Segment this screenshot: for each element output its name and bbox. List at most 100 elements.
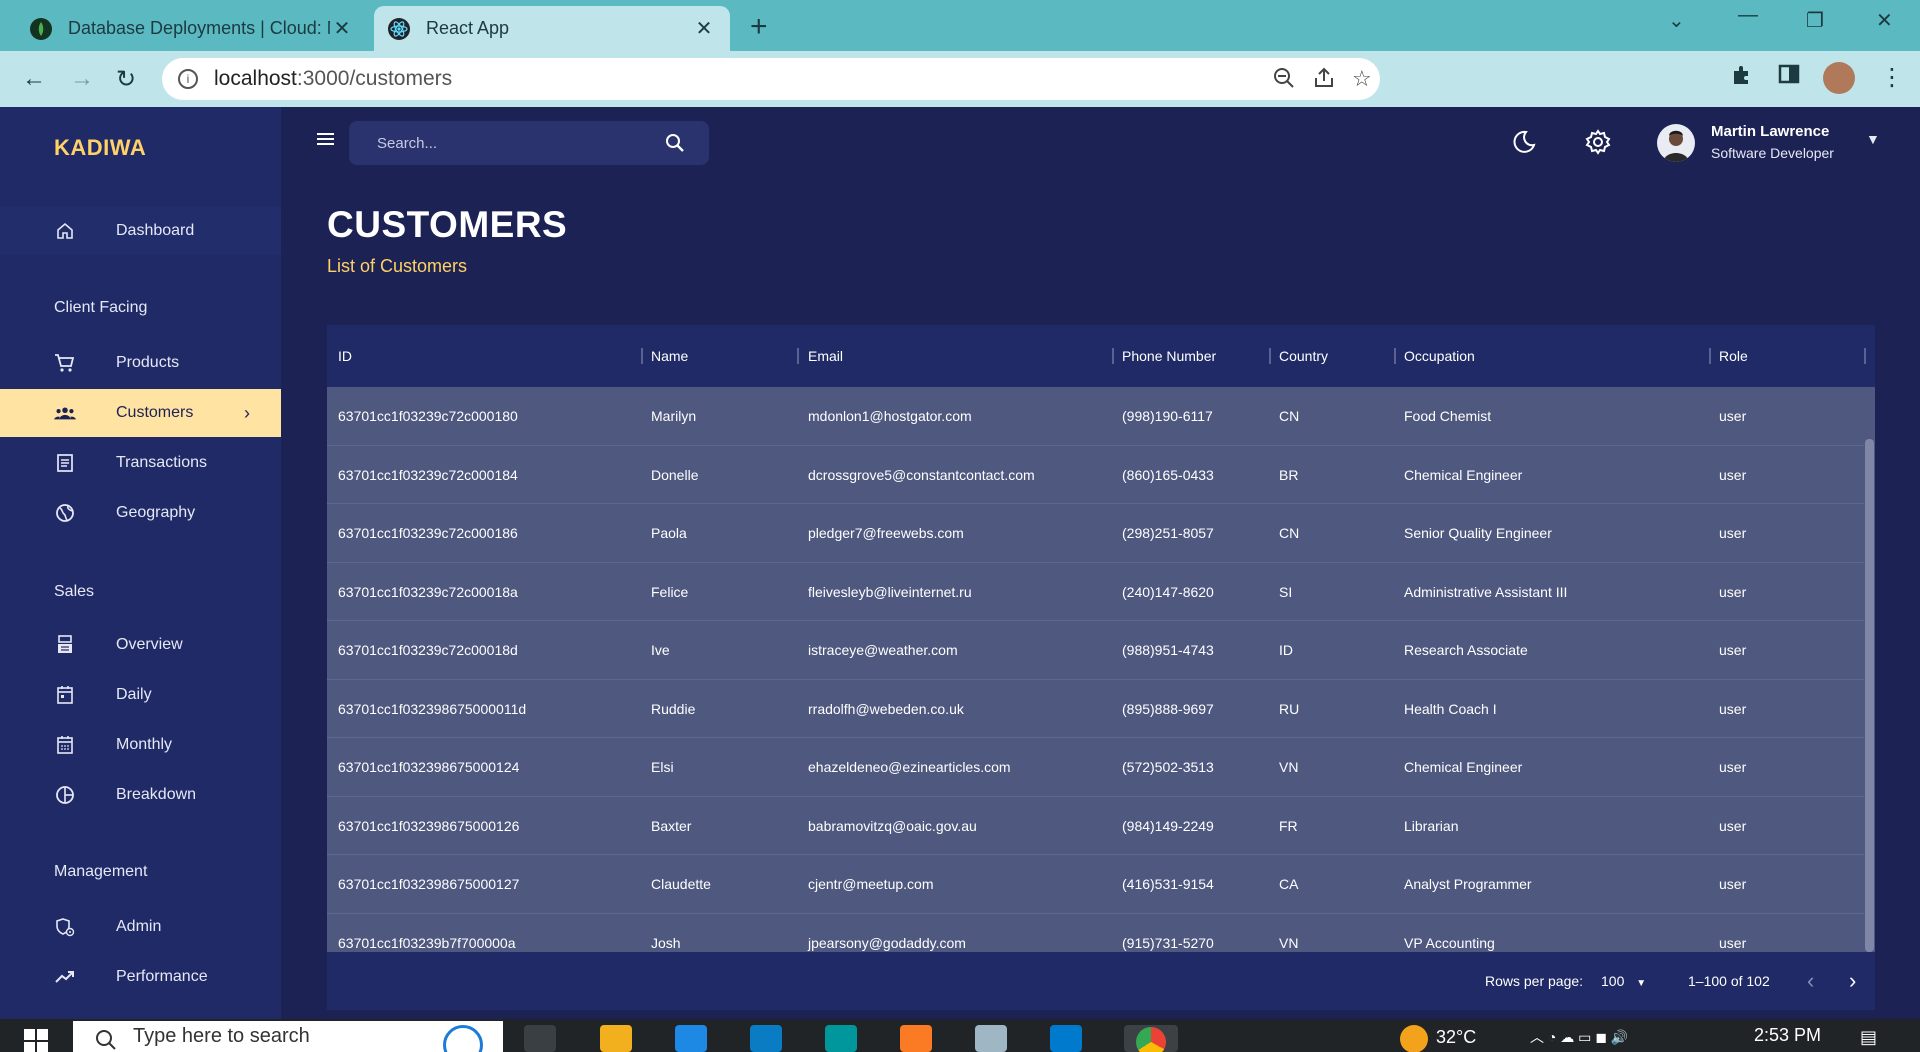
sidebar-item-breakdown[interactable]: Breakdown [0, 771, 281, 819]
close-icon[interactable]: ✕ [330, 16, 354, 41]
search-icon[interactable] [664, 132, 686, 154]
caret-down-icon[interactable]: ▼ [1866, 131, 1880, 147]
close-icon[interactable]: ✕ [692, 16, 716, 41]
table-row[interactable]: 63701cc1f03239c72c000180 Marilyn mdonlon… [327, 387, 1864, 446]
notification-icon[interactable]: ▤ [1860, 1027, 1877, 1048]
user-role: Software Developer [1711, 145, 1834, 161]
globe-icon [54, 502, 76, 524]
cell-email: pledger7@freewebs.com [808, 525, 964, 541]
hamburger-menu-icon[interactable] [316, 131, 336, 147]
table-row[interactable]: 63701cc1f032398675000126 Baxter babramov… [327, 797, 1864, 855]
browser-menu-icon[interactable]: ⋮ [1880, 63, 1904, 92]
sidebar-item-transactions[interactable]: Transactions [0, 439, 281, 487]
sidebar-item-label: Daily [116, 686, 152, 703]
column-header-email[interactable]: Email [808, 348, 843, 364]
sidebar-item-dashboard[interactable]: Dashboard [0, 207, 281, 255]
weather-sun-icon[interactable] [1400, 1025, 1428, 1052]
dark-mode-moon-icon[interactable] [1511, 129, 1537, 155]
new-tab-button[interactable]: + [750, 10, 768, 44]
browser-tab-database-deployments[interactable]: Database Deployments | Cloud: M ✕ [16, 6, 368, 51]
forward-arrow-icon[interactable]: → [70, 65, 94, 93]
sidebar-item-overview[interactable]: Overview [0, 621, 281, 669]
table-scrollbar[interactable] [1864, 387, 1875, 952]
window-close-button[interactable]: ✕ [1876, 8, 1893, 33]
cell-name: Ruddie [651, 700, 696, 717]
column-header-occupation[interactable]: Occupation [1404, 348, 1475, 364]
table-row[interactable]: 63701cc1f03239c72c00018a Felice fleivesl… [327, 563, 1864, 621]
next-page-chevron-icon[interactable]: › [1849, 968, 1856, 994]
minimize-button[interactable]: — [1738, 4, 1758, 27]
cell-country: ID [1279, 642, 1293, 658]
avatar[interactable] [1657, 124, 1695, 162]
cell-phone: (298)251-8057 [1122, 525, 1214, 541]
chrome-icon[interactable] [1124, 1025, 1178, 1052]
column-header-country[interactable]: Country [1279, 348, 1328, 364]
restore-button[interactable]: ❐ [1806, 8, 1824, 33]
back-arrow-icon[interactable]: ← [22, 65, 46, 93]
cell-email: babramovitzq@oaic.gov.au [808, 817, 977, 834]
search-input[interactable]: Search... [349, 121, 709, 165]
sidebar-item-customers[interactable]: Customers › [0, 389, 281, 437]
cell-role: user [1719, 408, 1747, 424]
bookmark-star-icon[interactable]: ☆ [1352, 66, 1372, 92]
table-row[interactable]: 63701cc1f032398675000124 Elsi ehazeldene… [327, 738, 1864, 797]
rows-per-page-select[interactable]: 100 ▼ [1601, 973, 1646, 989]
tab-search-chevron-icon[interactable]: ⌄ [1668, 8, 1685, 33]
settings-gear-icon[interactable] [1585, 129, 1611, 155]
cell-id: 63701cc1f03239c72c000180 [338, 408, 518, 424]
table-row[interactable]: 63701cc1f03239c72c000186 Paola pledger7@… [327, 504, 1864, 563]
system-tray-icons[interactable]: ︿ ◔ ☁ ▭ ◼ 🔊 [1530, 1027, 1628, 1047]
column-header-name[interactable]: Name [651, 348, 688, 364]
site-info-icon[interactable]: i [178, 69, 198, 89]
cell-role: user [1719, 466, 1747, 483]
page-title: CUSTOMERS [327, 204, 568, 245]
browser-profile-avatar[interactable] [1823, 62, 1855, 94]
sidebar-item-performance[interactable]: Performance [0, 953, 281, 1001]
arduino-icon[interactable] [825, 1025, 857, 1052]
sidebar-item-admin[interactable]: Admin [0, 903, 281, 951]
column-header-id[interactable]: ID [338, 348, 352, 364]
table-row[interactable]: 63701cc1f03239b7f700000a Josh jpearsony@… [327, 914, 1864, 953]
taskbar-search-input[interactable]: Type here to search [73, 1021, 503, 1052]
zoom-out-icon[interactable] [1272, 66, 1296, 96]
xampp-icon[interactable] [900, 1025, 932, 1052]
address-bar[interactable]: i localhost:3000/customers ☆ [162, 58, 1380, 100]
column-separator[interactable] [1269, 348, 1271, 364]
sidebar-item-daily[interactable]: Daily [0, 671, 281, 719]
taskbar-clock[interactable]: 2:53 PM [1754, 1025, 1821, 1046]
column-separator[interactable] [1112, 348, 1114, 364]
column-separator[interactable] [797, 348, 799, 364]
bing-chat-icon[interactable] [443, 1025, 483, 1052]
column-separator[interactable] [1709, 348, 1711, 364]
sidebar-item-geography[interactable]: Geography [0, 489, 281, 537]
table-row[interactable]: 63701cc1f032398675000127 Claudette cjent… [327, 855, 1864, 914]
browser-tab-react-app[interactable]: React App ✕ [374, 6, 730, 51]
table-row[interactable]: 63701cc1f03239c72c00018d Ive istraceye@w… [327, 621, 1864, 680]
app-icon[interactable] [675, 1025, 707, 1052]
column-separator[interactable] [1864, 348, 1866, 364]
windows-start-icon[interactable] [24, 1029, 48, 1052]
column-separator[interactable] [641, 348, 643, 364]
previous-page-chevron-icon[interactable]: ‹ [1807, 968, 1814, 994]
weather-temperature[interactable]: 32°C [1436, 1027, 1476, 1048]
reload-icon[interactable]: ↻ [116, 65, 136, 94]
extensions-puzzle-icon[interactable] [1730, 63, 1754, 94]
task-view-icon[interactable] [524, 1025, 556, 1052]
app-icon[interactable] [975, 1025, 1007, 1052]
sidebar-item-monthly[interactable]: Monthly [0, 721, 281, 769]
edge-icon[interactable] [750, 1025, 782, 1052]
scrollbar-thumb[interactable] [1865, 439, 1874, 952]
column-separator[interactable] [1394, 348, 1396, 364]
table-row[interactable]: 63701cc1f03239c72c000184 Donelle dcrossg… [327, 446, 1864, 504]
file-explorer-icon[interactable] [600, 1025, 632, 1052]
share-icon[interactable] [1312, 66, 1336, 96]
cell-country: VN [1279, 759, 1299, 775]
sidebar-item-products[interactable]: Products [0, 339, 281, 387]
sidebar-section-management: Management [54, 863, 148, 880]
column-header-role[interactable]: Role [1719, 348, 1748, 364]
app-top-bar: Search... Martin Lawrence Software Devel… [281, 107, 1920, 177]
table-row[interactable]: 63701cc1f032398675000011d Ruddie rradolf… [327, 680, 1864, 738]
side-panel-icon[interactable] [1778, 63, 1800, 92]
column-header-phone[interactable]: Phone Number [1122, 348, 1216, 364]
vscode-icon[interactable] [1050, 1025, 1082, 1052]
